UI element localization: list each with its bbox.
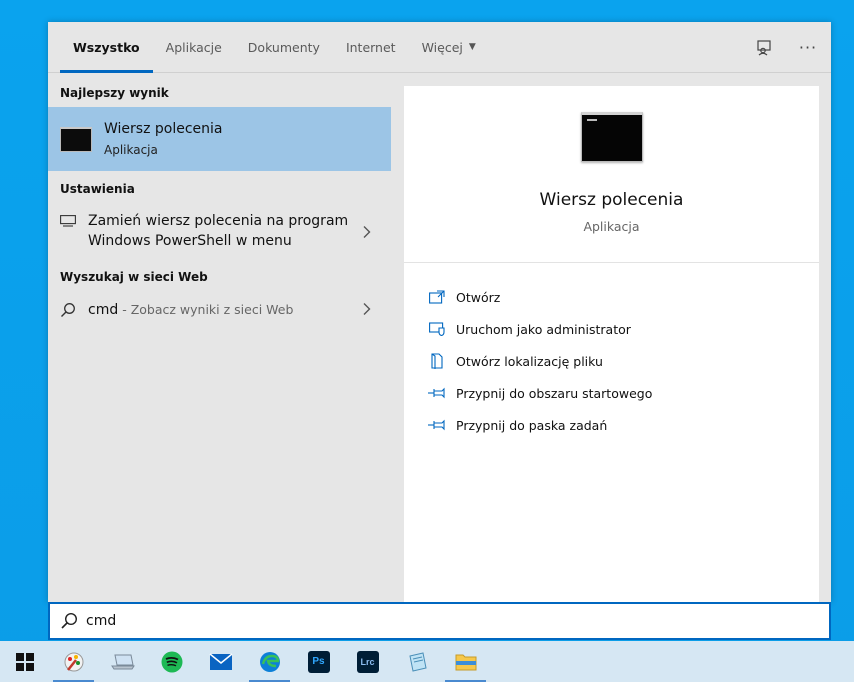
action-open-file-location[interactable]: Otwórz lokalizację pliku: [404, 345, 819, 377]
pin-icon: [428, 417, 446, 433]
notepad-icon[interactable]: [392, 641, 441, 682]
feedback-icon[interactable]: [753, 37, 775, 59]
search-icon: [60, 302, 76, 318]
action-pin-to-start-label: Przypnij do obszaru startowego: [456, 385, 653, 401]
shield-icon: [428, 321, 446, 337]
tab-tools: ···: [753, 22, 819, 73]
best-match-header: Najlepszy wynik: [60, 86, 169, 100]
web-search-header: Wyszukaj w sieci Web: [60, 270, 208, 284]
paint-icon[interactable]: [49, 641, 98, 682]
tab-documents-label: Dokumenty: [247, 39, 320, 55]
tab-web[interactable]: Internet: [333, 22, 409, 72]
results-pane: Najlepszy wynik Wiersz polecenia Aplikac…: [48, 74, 391, 602]
best-match-item[interactable]: Wiersz polecenia Aplikacja: [48, 107, 391, 171]
spotify-icon[interactable]: [147, 641, 196, 682]
photoshop-label: Ps: [307, 650, 330, 673]
edge-icon[interactable]: [245, 641, 294, 682]
tab-documents[interactable]: Dokumenty: [235, 22, 333, 72]
detail-pane: Wiersz polecenia Aplikacja Otwórz Urucho…: [404, 86, 819, 602]
command-prompt-icon: [60, 126, 92, 152]
action-open[interactable]: Otwórz: [404, 281, 819, 313]
file-explorer-icon[interactable]: [441, 641, 490, 682]
tab-all[interactable]: Wszystko: [60, 22, 153, 73]
windows-start-icon[interactable]: [0, 641, 49, 682]
tab-more[interactable]: Więcej ▼: [409, 22, 489, 72]
web-search-query: cmd: [88, 302, 119, 318]
search-icon: [60, 612, 78, 630]
search-box[interactable]: [48, 602, 831, 640]
pin-icon: [428, 385, 446, 401]
command-prompt-large-icon: [580, 112, 643, 162]
lightroom-icon[interactable]: Lrc: [343, 641, 392, 682]
best-match-title: Wiersz polecenia: [104, 121, 223, 137]
tab-web-label: Internet: [345, 39, 396, 55]
action-run-as-admin[interactable]: Uruchom jako administrator: [404, 313, 819, 345]
detail-title: Wiersz polecenia: [539, 190, 684, 210]
search-input[interactable]: [86, 613, 686, 629]
open-icon: [428, 289, 446, 305]
action-pin-to-taskbar-label: Przypnij do paska zadań: [456, 417, 608, 433]
settings-header: Ustawienia: [60, 182, 135, 196]
taskbar: Ps Lrc: [0, 641, 854, 682]
web-search-suffix: - Zobacz wyniki z sieci Web: [118, 302, 294, 317]
action-open-label: Otwórz: [456, 289, 501, 305]
action-run-as-admin-label: Uruchom jako administrator: [456, 321, 631, 337]
more-options-icon[interactable]: ···: [797, 37, 819, 59]
monitor-icon: [60, 215, 76, 227]
tab-apps[interactable]: Aplikacje: [153, 22, 235, 72]
chevron-right-icon: [363, 301, 371, 320]
action-list: Otwórz Uruchom jako administrator Otwórz…: [404, 263, 819, 441]
tab-all-label: Wszystko: [73, 39, 140, 55]
lightroom-label: Lrc: [356, 650, 379, 673]
mail-icon[interactable]: [196, 641, 245, 682]
detail-header: Wiersz polecenia Aplikacja: [404, 86, 819, 263]
file-location-icon: [428, 353, 446, 369]
action-pin-to-taskbar[interactable]: Przypnij do paska zadań: [404, 409, 819, 441]
best-match-subtitle: Aplikacja: [104, 143, 158, 157]
laptop-icon[interactable]: [98, 641, 147, 682]
settings-item-label: Zamień wiersz polecenia na program Windo…: [88, 213, 349, 249]
chevron-down-icon: ▼: [468, 42, 476, 52]
search-tabs: Wszystko Aplikacje Dokumenty Internet Wi…: [48, 22, 831, 73]
settings-item[interactable]: Zamień wiersz polecenia na program Windo…: [48, 211, 391, 255]
search-flyout: Wszystko Aplikacje Dokumenty Internet Wi…: [48, 22, 831, 602]
tab-more-label: Więcej: [421, 39, 463, 55]
tab-apps-label: Aplikacje: [165, 39, 222, 55]
chevron-right-icon: [363, 224, 371, 243]
photoshop-icon[interactable]: Ps: [294, 641, 343, 682]
detail-subtitle: Aplikacja: [583, 219, 640, 234]
action-open-file-location-label: Otwórz lokalizację pliku: [456, 353, 603, 369]
web-search-item[interactable]: cmd - Zobacz wyniki z sieci Web: [48, 298, 391, 322]
action-pin-to-start[interactable]: Przypnij do obszaru startowego: [404, 377, 819, 409]
